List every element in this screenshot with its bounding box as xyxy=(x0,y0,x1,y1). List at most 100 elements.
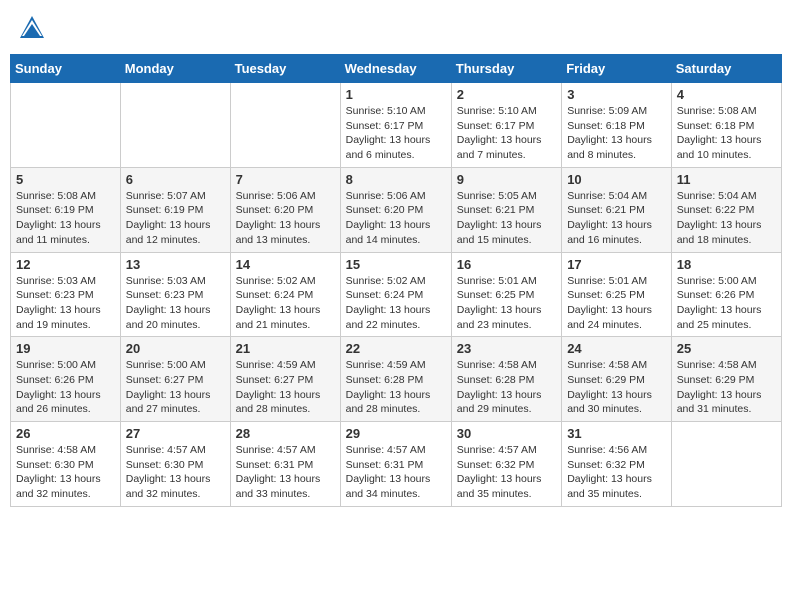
day-info: Sunrise: 5:00 AM Sunset: 6:27 PM Dayligh… xyxy=(126,358,225,417)
day-info: Sunrise: 5:08 AM Sunset: 6:18 PM Dayligh… xyxy=(677,104,776,163)
day-of-week-header: Wednesday xyxy=(340,55,451,83)
day-info: Sunrise: 5:05 AM Sunset: 6:21 PM Dayligh… xyxy=(457,189,556,248)
day-number: 10 xyxy=(567,172,666,187)
day-number: 12 xyxy=(16,257,115,272)
day-number: 8 xyxy=(346,172,446,187)
day-number: 29 xyxy=(346,426,446,441)
calendar-cell: 25 Sunrise: 4:58 AM Sunset: 6:29 PM Dayli… xyxy=(671,337,781,422)
day-number: 1 xyxy=(346,87,446,102)
day-of-week-header: Saturday xyxy=(671,55,781,83)
calendar-cell: 23 Sunrise: 4:58 AM Sunset: 6:28 PM Dayli… xyxy=(451,337,561,422)
calendar-cell: 2 Sunrise: 5:10 AM Sunset: 6:17 PM Daylig… xyxy=(451,83,561,168)
calendar-cell: 28 Sunrise: 4:57 AM Sunset: 6:31 PM Dayli… xyxy=(230,422,340,507)
calendar-cell: 5 Sunrise: 5:08 AM Sunset: 6:19 PM Daylig… xyxy=(11,167,121,252)
calendar-cell: 13 Sunrise: 5:03 AM Sunset: 6:23 PM Dayli… xyxy=(120,252,230,337)
calendar-table: SundayMondayTuesdayWednesdayThursdayFrid… xyxy=(10,54,782,507)
calendar-cell: 11 Sunrise: 5:04 AM Sunset: 6:22 PM Dayli… xyxy=(671,167,781,252)
day-info: Sunrise: 4:57 AM Sunset: 6:30 PM Dayligh… xyxy=(126,443,225,502)
logo xyxy=(18,14,50,42)
day-number: 23 xyxy=(457,341,556,356)
day-info: Sunrise: 4:56 AM Sunset: 6:32 PM Dayligh… xyxy=(567,443,666,502)
day-info: Sunrise: 4:57 AM Sunset: 6:32 PM Dayligh… xyxy=(457,443,556,502)
day-info: Sunrise: 5:10 AM Sunset: 6:17 PM Dayligh… xyxy=(457,104,556,163)
day-number: 19 xyxy=(16,341,115,356)
calendar-cell: 21Sunrise: 4:59 AM Sunset: 6:27 PM Dayli… xyxy=(230,337,340,422)
calendar-week-row: 12 Sunrise: 5:03 AM Sunset: 6:23 PM Dayli… xyxy=(11,252,782,337)
calendar-week-row: 1 Sunrise: 5:10 AM Sunset: 6:17 PM Daylig… xyxy=(11,83,782,168)
calendar-week-row: 19Sunrise: 5:00 AM Sunset: 6:26 PM Dayli… xyxy=(11,337,782,422)
day-info: Sunrise: 5:00 AM Sunset: 6:26 PM Dayligh… xyxy=(677,274,776,333)
calendar-week-row: 26 Sunrise: 4:58 AM Sunset: 6:30 PM Dayli… xyxy=(11,422,782,507)
day-of-week-header: Monday xyxy=(120,55,230,83)
day-number: 25 xyxy=(677,341,776,356)
day-info: Sunrise: 5:06 AM Sunset: 6:20 PM Dayligh… xyxy=(346,189,446,248)
calendar-cell: 31 Sunrise: 4:56 AM Sunset: 6:32 PM Dayli… xyxy=(562,422,672,507)
day-number: 27 xyxy=(126,426,225,441)
day-number: 28 xyxy=(236,426,335,441)
day-number: 15 xyxy=(346,257,446,272)
calendar-cell: 29 Sunrise: 4:57 AM Sunset: 6:31 PM Dayli… xyxy=(340,422,451,507)
day-info: Sunrise: 5:04 AM Sunset: 6:22 PM Dayligh… xyxy=(677,189,776,248)
day-info: Sunrise: 4:59 AM Sunset: 6:28 PM Dayligh… xyxy=(346,358,446,417)
calendar-cell: 26 Sunrise: 4:58 AM Sunset: 6:30 PM Dayli… xyxy=(11,422,121,507)
calendar-cell xyxy=(671,422,781,507)
day-info: Sunrise: 5:07 AM Sunset: 6:19 PM Dayligh… xyxy=(126,189,225,248)
day-of-week-header: Friday xyxy=(562,55,672,83)
calendar-cell: 14 Sunrise: 5:02 AM Sunset: 6:24 PM Dayli… xyxy=(230,252,340,337)
day-of-week-header: Tuesday xyxy=(230,55,340,83)
calendar-cell: 1 Sunrise: 5:10 AM Sunset: 6:17 PM Daylig… xyxy=(340,83,451,168)
day-number: 21 xyxy=(236,341,335,356)
day-info: Sunrise: 4:57 AM Sunset: 6:31 PM Dayligh… xyxy=(236,443,335,502)
day-info: Sunrise: 5:10 AM Sunset: 6:17 PM Dayligh… xyxy=(346,104,446,163)
calendar-cell: 30 Sunrise: 4:57 AM Sunset: 6:32 PM Dayli… xyxy=(451,422,561,507)
calendar-cell: 12Sunrise: 5:03 AM Sunset: 6:23 PM Dayli… xyxy=(11,252,121,337)
calendar-header-row: SundayMondayTuesdayWednesdayThursdayFrid… xyxy=(11,55,782,83)
calendar-cell: 17 Sunrise: 5:01 AM Sunset: 6:25 PM Dayli… xyxy=(562,252,672,337)
day-number: 17 xyxy=(567,257,666,272)
calendar-cell xyxy=(230,83,340,168)
calendar-cell: 4 Sunrise: 5:08 AM Sunset: 6:18 PM Daylig… xyxy=(671,83,781,168)
day-info: Sunrise: 5:01 AM Sunset: 6:25 PM Dayligh… xyxy=(457,274,556,333)
calendar-cell: 18 Sunrise: 5:00 AM Sunset: 6:26 PM Dayli… xyxy=(671,252,781,337)
calendar-week-row: 5 Sunrise: 5:08 AM Sunset: 6:19 PM Daylig… xyxy=(11,167,782,252)
day-info: Sunrise: 5:09 AM Sunset: 6:18 PM Dayligh… xyxy=(567,104,666,163)
day-number: 2 xyxy=(457,87,556,102)
calendar-cell: 22 Sunrise: 4:59 AM Sunset: 6:28 PM Dayli… xyxy=(340,337,451,422)
day-number: 30 xyxy=(457,426,556,441)
day-number: 5 xyxy=(16,172,115,187)
day-info: Sunrise: 5:06 AM Sunset: 6:20 PM Dayligh… xyxy=(236,189,335,248)
day-number: 14 xyxy=(236,257,335,272)
day-number: 26 xyxy=(16,426,115,441)
calendar-cell: 10 Sunrise: 5:04 AM Sunset: 6:21 PM Dayli… xyxy=(562,167,672,252)
calendar-cell: 3 Sunrise: 5:09 AM Sunset: 6:18 PM Daylig… xyxy=(562,83,672,168)
day-info: Sunrise: 4:58 AM Sunset: 6:29 PM Dayligh… xyxy=(677,358,776,417)
calendar-cell: 20Sunrise: 5:00 AM Sunset: 6:27 PM Dayli… xyxy=(120,337,230,422)
day-info: Sunrise: 5:02 AM Sunset: 6:24 PM Dayligh… xyxy=(346,274,446,333)
day-info: Sunrise: 5:04 AM Sunset: 6:21 PM Dayligh… xyxy=(567,189,666,248)
logo-icon xyxy=(18,14,46,42)
day-number: 4 xyxy=(677,87,776,102)
day-info: Sunrise: 5:01 AM Sunset: 6:25 PM Dayligh… xyxy=(567,274,666,333)
day-info: Sunrise: 5:03 AM Sunset: 6:23 PM Dayligh… xyxy=(126,274,225,333)
day-info: Sunrise: 5:02 AM Sunset: 6:24 PM Dayligh… xyxy=(236,274,335,333)
day-number: 31 xyxy=(567,426,666,441)
day-info: Sunrise: 4:58 AM Sunset: 6:28 PM Dayligh… xyxy=(457,358,556,417)
day-of-week-header: Thursday xyxy=(451,55,561,83)
header xyxy=(10,10,782,46)
calendar-cell xyxy=(120,83,230,168)
day-number: 6 xyxy=(126,172,225,187)
day-number: 9 xyxy=(457,172,556,187)
day-number: 18 xyxy=(677,257,776,272)
calendar-cell: 15 Sunrise: 5:02 AM Sunset: 6:24 PM Dayli… xyxy=(340,252,451,337)
day-number: 7 xyxy=(236,172,335,187)
calendar-cell: 16 Sunrise: 5:01 AM Sunset: 6:25 PM Dayli… xyxy=(451,252,561,337)
day-info: Sunrise: 5:08 AM Sunset: 6:19 PM Dayligh… xyxy=(16,189,115,248)
day-number: 13 xyxy=(126,257,225,272)
day-number: 16 xyxy=(457,257,556,272)
day-info: Sunrise: 4:58 AM Sunset: 6:29 PM Dayligh… xyxy=(567,358,666,417)
day-info: Sunrise: 4:57 AM Sunset: 6:31 PM Dayligh… xyxy=(346,443,446,502)
day-number: 22 xyxy=(346,341,446,356)
day-info: Sunrise: 4:58 AM Sunset: 6:30 PM Dayligh… xyxy=(16,443,115,502)
day-number: 3 xyxy=(567,87,666,102)
day-number: 11 xyxy=(677,172,776,187)
